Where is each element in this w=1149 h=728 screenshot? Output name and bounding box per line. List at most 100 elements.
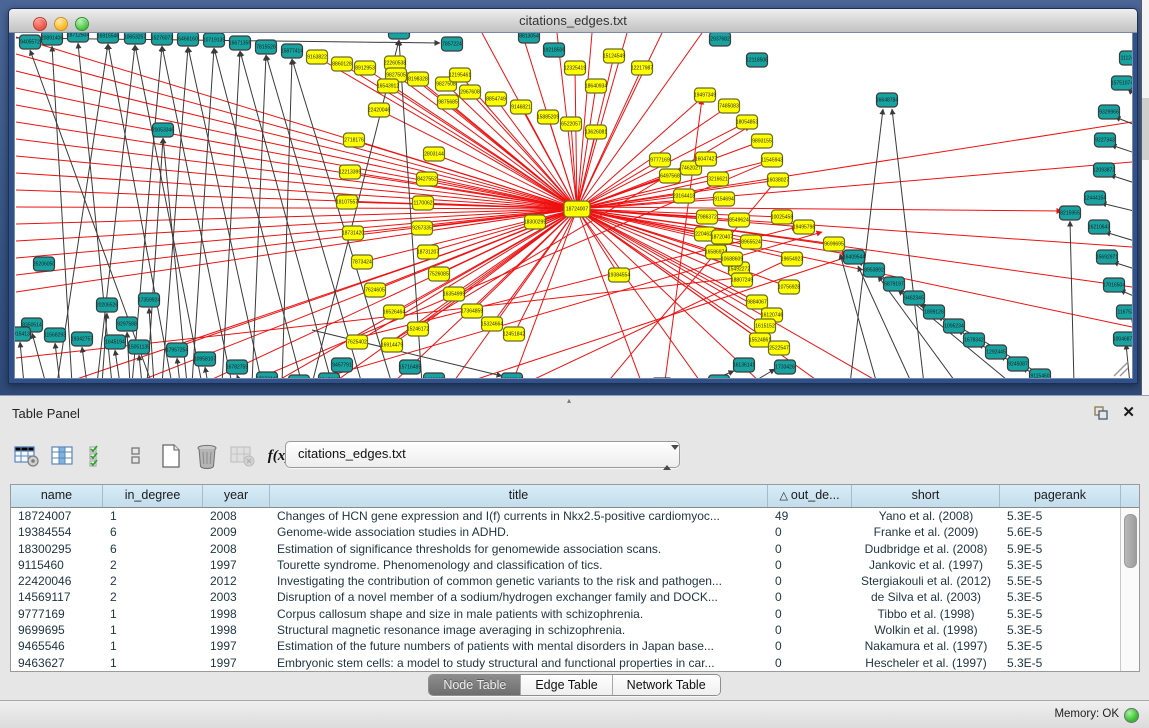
float-panel-icon[interactable] (1093, 405, 1109, 421)
graph-edge (163, 138, 187, 378)
delete-table-icon[interactable] (228, 442, 258, 470)
window-title: citations_edges.txt (9, 13, 1137, 28)
table-columns-icon[interactable] (48, 442, 78, 470)
table-row[interactable]: 911546021997Tourette syndrome. Phenomeno… (11, 557, 1121, 573)
column-header-short[interactable]: short (852, 485, 1000, 507)
graph-edge (205, 367, 208, 378)
table-cell: 6 (103, 541, 203, 557)
tab-edge-table[interactable]: Edge Table (521, 675, 612, 695)
column-header-out_de[interactable]: △out_de... (768, 485, 852, 507)
table-cell: Nakamura et al. (1997) (852, 638, 1000, 654)
graph-node-label: 18807249 (731, 278, 753, 284)
graph-node-label: 1170062 (413, 201, 432, 207)
graph-node-label: 2522547 (769, 346, 789, 352)
table-row[interactable]: 969969511998Structural magnetic resonanc… (11, 622, 1121, 638)
table-row[interactable]: 977716911998Corpus callosum shape and si… (11, 606, 1121, 622)
table-cell: Tourette syndrome. Phenomenology and cla… (270, 557, 768, 573)
graph-node-label: 9329966 (1099, 110, 1119, 116)
graph-node-label: 2718176 (344, 138, 364, 144)
table-cell: 5.3E-5 (1000, 508, 1121, 524)
table-cell: 5.5E-5 (1000, 573, 1121, 589)
graph-node-label: 15751074 (1111, 81, 1132, 87)
graph-node-label: 1645194 (105, 340, 125, 346)
tab-network-table[interactable]: Network Table (613, 675, 720, 695)
graph-node-label: 18107557 (336, 200, 358, 206)
delete-attribute-icon[interactable] (192, 442, 222, 470)
graph-edge (577, 86, 596, 209)
new-table-icon[interactable] (156, 442, 186, 470)
table-chooser-dropdown[interactable]: citations_edges.txt (285, 441, 680, 468)
table-cell: 18724007 (11, 508, 103, 524)
column-header-name[interactable]: name (11, 485, 103, 507)
table-cell: Wolkin et al. (1998) (852, 622, 1000, 638)
table-row[interactable]: 1456911722003Disruption of a novel membe… (11, 589, 1121, 605)
table-cell: 5.3E-5 (1000, 638, 1121, 654)
graph-node[interactable] (289, 375, 310, 378)
table-cell: 2 (103, 589, 203, 605)
close-panel-icon[interactable]: ✕ (1122, 403, 1135, 421)
window-titlebar[interactable]: citations_edges.txt (9, 9, 1137, 33)
table-row[interactable]: 946554611997Estimation of the future num… (11, 638, 1121, 654)
column-header-title[interactable]: title (270, 485, 768, 507)
graph-node-label: 10958107 (194, 357, 216, 363)
citation-network-graph: 1872400791638228860128891295322260538982… (15, 33, 1132, 378)
scrollbar-thumb[interactable] (1124, 514, 1137, 568)
graph-node-label: 7625402 (347, 340, 367, 346)
tab-node-table[interactable]: Node Table (429, 675, 521, 695)
select-columns-icon[interactable] (84, 442, 114, 470)
resize-grip[interactable] (1114, 362, 1128, 376)
graph-edge (16, 207, 577, 209)
vertical-scrollbar[interactable] (1120, 508, 1139, 671)
graph-edge (135, 45, 202, 378)
graph-node-label: 9463627 (424, 378, 444, 379)
graph-node-label: 7485083 (719, 104, 739, 110)
table-row[interactable]: 946362711997Embryonic stem cells: a mode… (11, 655, 1121, 671)
network-canvas[interactable]: 1872400791638228860128891295322260538982… (14, 32, 1133, 379)
graph-node-label: 9827505 (386, 73, 406, 79)
graph-node-label: 9462345 (904, 296, 924, 302)
graph-edge (892, 109, 924, 378)
graph-node-label: 19342757 (71, 337, 93, 343)
table-cell: 5.3E-5 (1000, 589, 1121, 605)
graph-edge (577, 162, 1132, 209)
table-cell: 1 (103, 638, 203, 654)
graph-node-label: 19218506 (543, 48, 565, 54)
graph-node-label: 15324664 (481, 322, 503, 328)
graph-edge (177, 358, 180, 378)
table-panel: ▴ Table Panel ✕ (0, 395, 1149, 728)
column-header-in_degree[interactable]: in_degree (103, 485, 203, 507)
graph-node-label: 1899126 (924, 310, 944, 316)
graph-node[interactable] (709, 375, 730, 378)
graph-edge (240, 51, 332, 378)
graph-node-label: 10688609 (721, 257, 743, 263)
graph-node-label: 9777169 (650, 158, 670, 164)
graph-node-label: 3216621 (708, 177, 728, 183)
table-cell: Structural magnetic resonance image aver… (270, 622, 768, 638)
row-height-icon[interactable] (120, 442, 150, 470)
graph-node-label: 18731207 (417, 250, 439, 256)
graph-node-label: 16914479 (381, 343, 403, 349)
graph-node-label: 12118506 (746, 58, 768, 64)
graph-node-label: 18054853 (736, 120, 758, 126)
table-row[interactable]: 1938455462009Genome-wide association stu… (11, 524, 1121, 540)
graph-node-label: 9893155 (752, 139, 772, 145)
column-header-year[interactable]: year (203, 485, 270, 507)
table-row[interactable]: 2242004622012Investigating the contribut… (11, 573, 1121, 589)
graph-node-label: 9163822 (307, 55, 327, 61)
table-settings-icon[interactable] (12, 442, 42, 470)
table-row[interactable]: 1830029562008Estimation of significance … (11, 541, 1121, 557)
table-panel-title: Table Panel (12, 406, 80, 421)
graph-node-label: 17016504 (1103, 283, 1125, 289)
table-cell: 5.3E-5 (1000, 622, 1121, 638)
table-cell: 18300295 (11, 541, 103, 557)
graph-node-label: 20206526 (96, 303, 118, 309)
table-cell: 0 (768, 524, 852, 540)
graph-node-label: 18720407 (711, 235, 733, 241)
graph-node-label: 15276072 (151, 36, 173, 42)
column-header-pagerank[interactable]: pagerank (1000, 485, 1121, 507)
table-cell: Changes of HCN gene expression and I(f) … (270, 508, 768, 524)
graph-node-label: 9297588 (117, 322, 137, 328)
network-view-window: citations_edges.txt 18724007916382288601… (8, 8, 1138, 384)
graph-node-label: 16648784 (876, 98, 898, 104)
table-row[interactable]: 1872400712008Changes of HCN gene express… (11, 508, 1121, 524)
